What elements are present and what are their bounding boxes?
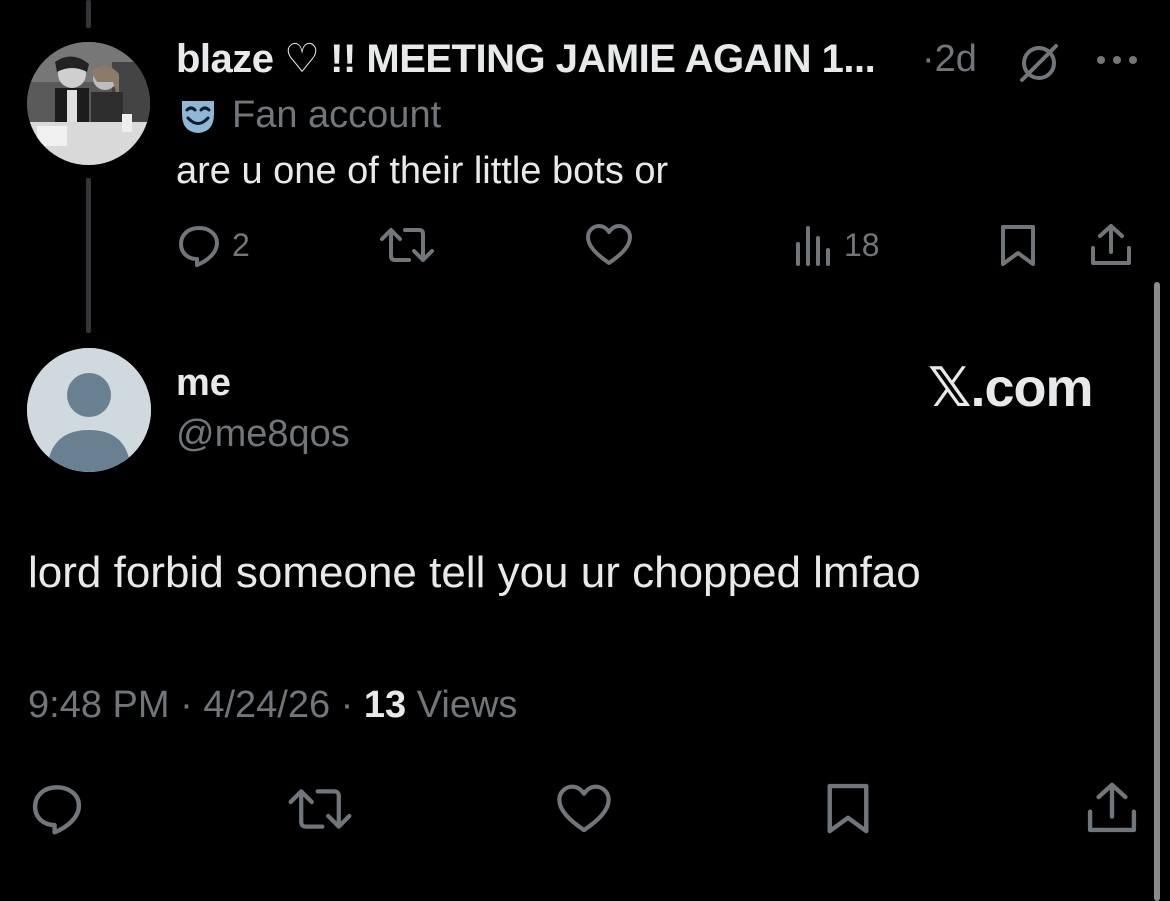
tweet-date[interactable]: 4/24/26 [203, 684, 330, 726]
retweet-icon [286, 782, 354, 836]
views-count[interactable]: 13 [364, 684, 406, 726]
bookmark-button[interactable] [822, 780, 874, 836]
label-text: Fan account [232, 94, 442, 136]
separator-dot: · [340, 684, 354, 726]
retweet-icon [379, 222, 435, 268]
age-text: 2d [934, 38, 977, 80]
brand-watermark: 𝕏.com [928, 358, 1094, 418]
reply-button[interactable]: 2 [176, 222, 250, 268]
separator-dot: · [922, 38, 935, 80]
like-icon [554, 782, 614, 836]
thread-line-bottom [86, 178, 91, 333]
tweet-actions: 2 18 [176, 220, 1146, 270]
like-icon [584, 222, 634, 268]
share-icon [1084, 780, 1140, 836]
author-handle[interactable]: @me8qos [176, 413, 350, 456]
thread-line-top [86, 0, 91, 28]
tweet-text: lord forbid someone tell you ur chopped … [28, 548, 921, 597]
scrollbar[interactable] [1154, 282, 1160, 901]
avatar[interactable] [27, 348, 151, 472]
default-avatar-icon [27, 348, 151, 472]
like-button[interactable] [554, 782, 614, 836]
more-icon[interactable] [1094, 52, 1140, 68]
tweet-age[interactable]: ·2d [922, 38, 977, 81]
tweet-text: are u one of their little bots or [176, 150, 669, 192]
retweet-button[interactable] [286, 782, 354, 836]
retweet-button[interactable] [379, 222, 435, 268]
avatar[interactable] [27, 42, 150, 165]
reply-button[interactable] [28, 780, 86, 836]
author-name[interactable]: me [176, 362, 231, 405]
bookmark-button[interactable] [998, 222, 1038, 268]
author-name[interactable]: blaze ♡ !! MEETING JAMIE AGAIN 1... [176, 36, 876, 82]
account-label[interactable]: Fan account [178, 94, 441, 137]
avatar-photo [27, 42, 150, 165]
views-button[interactable]: 18 [794, 222, 880, 268]
share-button[interactable] [1084, 780, 1140, 836]
views-icon [794, 222, 834, 268]
reply-icon [28, 780, 86, 836]
views-label[interactable]: Views [417, 684, 518, 726]
grok-icon[interactable] [1016, 40, 1062, 86]
bookmark-icon [822, 780, 874, 836]
like-button[interactable] [584, 222, 634, 268]
separator-dot: · [180, 684, 193, 726]
bookmark-icon [998, 222, 1038, 268]
theater-mask-icon [178, 96, 218, 136]
tweet-actions [0, 770, 1170, 840]
tweet-meta: 9:48 PM · 4/24/26 · 13 Views [28, 684, 517, 727]
view-count: 18 [844, 226, 880, 263]
reply-icon [176, 222, 222, 268]
share-icon [1088, 222, 1134, 268]
share-button[interactable] [1088, 222, 1134, 268]
reply-count: 2 [232, 226, 250, 263]
tweet-time[interactable]: 9:48 PM [28, 684, 170, 726]
